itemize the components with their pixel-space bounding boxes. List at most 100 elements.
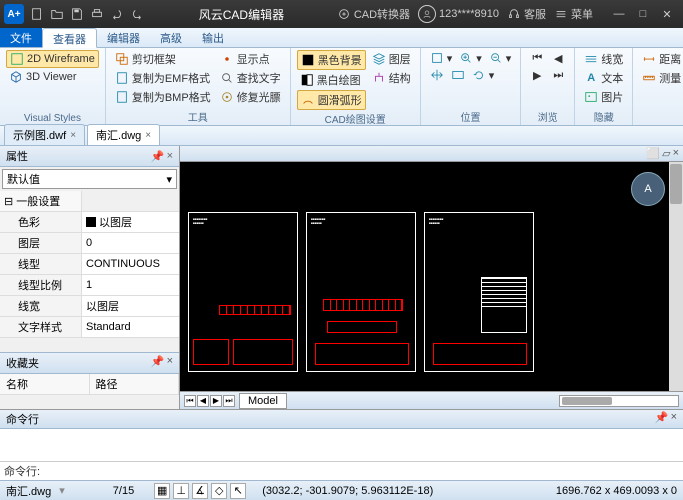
zoom-out-button[interactable]: ▾ xyxy=(486,50,515,66)
canvas-restore-icon[interactable]: ▱ xyxy=(662,147,670,160)
disc-icon xyxy=(220,90,234,104)
distance-icon xyxy=(642,52,656,66)
last-page-button[interactable]: ⏭ xyxy=(548,67,568,83)
prop-row[interactable]: 线宽以图层 xyxy=(0,296,179,317)
tab-viewer[interactable]: 查看器 xyxy=(42,28,97,48)
qat-undo-icon[interactable] xyxy=(108,5,126,23)
preset-dropdown[interactable]: 默认值 ▾ xyxy=(2,169,177,189)
group-hide: 线宽 A文本 图片 隐藏 xyxy=(575,48,633,125)
text-icon: A xyxy=(584,71,598,85)
tab-advanced[interactable]: 高级 xyxy=(150,28,192,47)
app-icon: A+ xyxy=(4,4,24,24)
canvas-scrollbar-v[interactable] xyxy=(669,162,683,391)
rotate-button[interactable]: ▾ xyxy=(469,67,498,83)
qat-save-icon[interactable] xyxy=(68,5,86,23)
canvas-scrollbar-h[interactable] xyxy=(559,395,679,407)
prop-row[interactable]: 线型比例1 xyxy=(0,275,179,296)
tab-nav-next[interactable]: ▶ xyxy=(210,395,222,407)
tab-nav-last[interactable]: ⏭ xyxy=(223,395,235,407)
tab-editor[interactable]: 编辑器 xyxy=(97,28,150,47)
canvas-max-icon[interactable]: ⬜ xyxy=(646,147,660,160)
command-input[interactable] xyxy=(44,465,679,477)
prop-section-header[interactable]: ⊟ 一般设置 xyxy=(0,191,82,211)
frame-icon xyxy=(115,52,129,66)
wireframe-button[interactable]: 2D Wireframe xyxy=(6,50,99,68)
copy-bmp-button[interactable]: 复制为BMP格式 xyxy=(112,88,214,106)
fav-col-path[interactable]: 路径 xyxy=(90,374,180,394)
cad-converter-link[interactable]: CAD转换器 xyxy=(337,6,410,22)
ruler-icon xyxy=(642,71,656,85)
canvas-close-icon[interactable]: × xyxy=(673,147,679,160)
measure-button[interactable]: 测量 xyxy=(639,69,683,87)
doc-tab-0[interactable]: 示例图.dwf× xyxy=(4,124,85,145)
pan-button[interactable] xyxy=(427,67,447,83)
next-icon: ▶ xyxy=(530,68,544,82)
view-cube-badge[interactable]: A xyxy=(631,172,665,206)
tab-output[interactable]: 输出 xyxy=(192,28,234,47)
prop-row[interactable]: 色彩以图层 xyxy=(0,212,179,233)
cube-icon xyxy=(9,70,23,84)
command-panel: 命令行 📌× 命令行: xyxy=(0,409,683,480)
fix-disc-button[interactable]: 修复光膘 xyxy=(217,88,284,106)
find-text-button[interactable]: 查找文字 xyxy=(217,69,284,87)
copy-frame-button[interactable]: 剪切框架 xyxy=(112,50,214,68)
user-account[interactable]: 123****8910 xyxy=(418,5,499,23)
close-tab-icon[interactable]: × xyxy=(70,130,76,141)
dwg-sheet: ■■■■■■■■■■■■■■ xyxy=(306,212,416,372)
first-page-button[interactable]: ⏮ xyxy=(527,50,547,66)
quick-access-toolbar xyxy=(28,5,146,23)
black-draw-button[interactable]: 黑白绘图 xyxy=(297,71,366,89)
black-bg-icon xyxy=(301,53,315,67)
minimize-button[interactable]: — xyxy=(607,4,631,24)
panel-close-icon[interactable]: × xyxy=(167,355,173,371)
qat-print-icon[interactable] xyxy=(88,5,106,23)
qat-open-icon[interactable] xyxy=(48,5,66,23)
struct-button[interactable]: 结构 xyxy=(369,69,414,87)
polar-toggle[interactable]: ∡ xyxy=(192,483,208,499)
line-width-button[interactable]: 线宽 xyxy=(581,50,626,68)
drawing-canvas[interactable]: A ■■■■■■■■■■■■■■ ■■■■■■■■■■■■■■ ■■■■■■■■… xyxy=(180,162,683,391)
viewer3d-button[interactable]: 3D Viewer xyxy=(6,69,99,85)
snap-grid-toggle[interactable]: ▦ xyxy=(154,483,170,499)
prev-page-button[interactable]: ◀ xyxy=(548,50,568,66)
bmp-icon xyxy=(115,90,129,104)
fit-button[interactable] xyxy=(448,67,468,83)
qat-redo-icon[interactable] xyxy=(128,5,146,23)
panel-pin-icon[interactable]: 📌 xyxy=(151,150,165,163)
prop-row[interactable]: 线型CONTINUOUS xyxy=(0,254,179,275)
doc-tab-1[interactable]: 南汇.dwg× xyxy=(87,124,160,145)
tab-nav-prev[interactable]: ◀ xyxy=(197,395,209,407)
osnap-toggle[interactable]: ◇ xyxy=(211,483,227,499)
close-button[interactable]: ✕ xyxy=(655,4,679,24)
black-bg-button[interactable]: 黑色背景 xyxy=(297,50,366,70)
distance-button[interactable]: 距离 xyxy=(639,50,683,68)
ortho-toggle[interactable]: ⊥ xyxy=(173,483,189,499)
image-button[interactable]: 图片 xyxy=(581,88,626,106)
copy-emf-button[interactable]: 复制为EMF格式 xyxy=(112,69,214,87)
zoom-extents-button[interactable]: ▾ xyxy=(427,50,456,66)
maximize-button[interactable]: □ xyxy=(631,4,655,24)
model-tab[interactable]: Model xyxy=(239,393,287,409)
zoom-in-button[interactable]: ▾ xyxy=(456,50,485,66)
tab-file[interactable]: 文件 xyxy=(0,28,42,47)
prop-row[interactable]: 文字样式Standard xyxy=(0,317,179,338)
layer-button[interactable]: 图层 xyxy=(369,50,414,68)
smooth-arc-button[interactable]: 圆滑弧形 xyxy=(297,90,366,110)
prop-row[interactable]: 图层0 xyxy=(0,233,179,254)
panel-close-icon[interactable]: × xyxy=(167,150,173,163)
close-tab-icon[interactable]: × xyxy=(145,130,151,141)
command-history[interactable] xyxy=(0,429,683,461)
main-menu-link[interactable]: 菜单 xyxy=(554,6,593,22)
panel-pin-icon[interactable]: 📌 xyxy=(655,411,669,427)
fav-col-name[interactable]: 名称 xyxy=(0,374,90,394)
panel-close-icon[interactable]: × xyxy=(671,411,677,427)
next-page-button[interactable]: ▶ xyxy=(527,67,547,83)
tab-nav-first[interactable]: ⏮ xyxy=(184,395,196,407)
cursor-coord-icon[interactable]: ↖ xyxy=(230,483,246,499)
text-button[interactable]: A文本 xyxy=(581,69,626,87)
panel-pin-icon[interactable]: 📌 xyxy=(151,355,165,371)
show-point-button[interactable]: 显示点 xyxy=(217,50,284,68)
support-link[interactable]: 客服 xyxy=(507,6,546,22)
color-swatch xyxy=(86,217,96,227)
qat-new-icon[interactable] xyxy=(28,5,46,23)
